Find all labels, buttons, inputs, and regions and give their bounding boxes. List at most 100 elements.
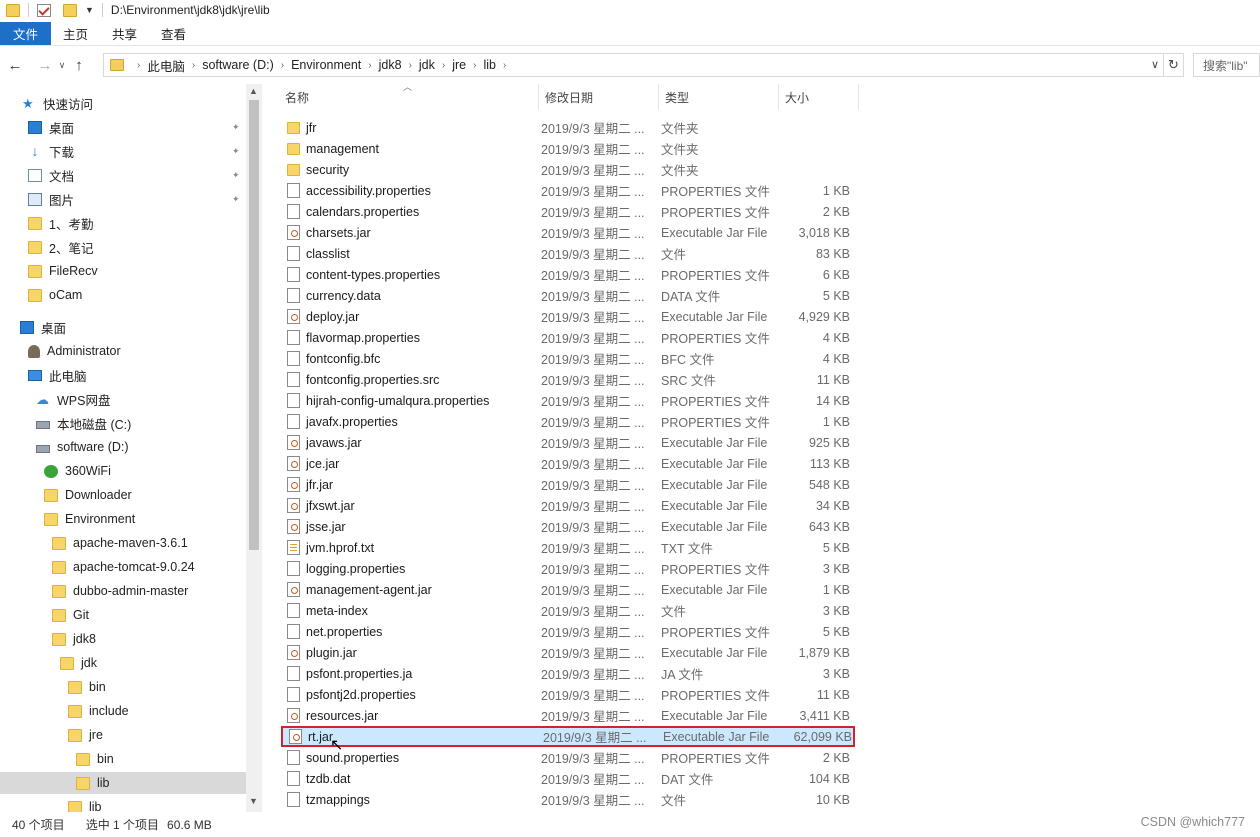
nav-item-administrator[interactable]: Administrator — [28, 340, 246, 362]
search-input[interactable]: 搜索"lib" — [1193, 53, 1260, 77]
file-row[interactable]: logging.properties 2019/9/3 星期二 ... PROPER… — [281, 558, 855, 579]
file-row[interactable]: calendars.properties 2019/9/3 星期二 ... PROP… — [281, 201, 855, 222]
tab-share[interactable]: 共享 — [100, 22, 149, 45]
nav-item-tomcat[interactable]: apache-tomcat-9.0.24 — [52, 556, 246, 578]
nav-item-downloads[interactable]: ↓ 下载 ✦ — [28, 140, 246, 162]
tab-home[interactable]: 主页 — [51, 22, 100, 45]
file-row[interactable]: jfr 2019/9/3 星期二 ... 文件夹 — [281, 117, 855, 138]
nav-item-git[interactable]: Git — [52, 604, 246, 626]
tab-file[interactable]: 文件 — [0, 22, 52, 45]
file-row[interactable]: plugin.jar 2019/9/3 星期二 ... Executable Jar… — [281, 642, 855, 663]
chevron-right-icon[interactable]: › — [442, 60, 445, 71]
chevron-right-icon[interactable]: › — [281, 60, 284, 71]
chevron-right-icon[interactable]: › — [409, 60, 412, 71]
scrollbar-thumb[interactable] — [249, 100, 259, 550]
new-folder-icon[interactable] — [63, 3, 77, 17]
nav-item-environment[interactable]: Environment — [44, 508, 246, 530]
nav-item-biji[interactable]: 2、笔记 — [28, 236, 246, 258]
chevron-right-icon[interactable]: › — [192, 60, 195, 71]
nav-scrollbar[interactable]: ▲ ▼ — [246, 84, 262, 812]
refresh-icon[interactable]: ↻ — [1164, 53, 1184, 77]
file-row[interactable]: jce.jar 2019/9/3 星期二 ... Executable Jar Fi… — [281, 453, 855, 474]
pin-icon[interactable]: ✦ — [232, 194, 242, 204]
file-row[interactable]: meta-index 2019/9/3 星期二 ... 文件 3 KB — [281, 600, 855, 621]
chevron-right-icon[interactable]: › — [503, 60, 506, 71]
nav-item-maven[interactable]: apache-maven-3.6.1 — [52, 532, 246, 554]
file-row[interactable]: management 2019/9/3 星期二 ... 文件夹 — [281, 138, 855, 159]
chevron-right-icon[interactable]: › — [368, 60, 371, 71]
file-row[interactable]: psfont.properties.ja 2019/9/3 星期二 ... JA 文… — [281, 663, 855, 684]
nav-item-jdk[interactable]: jdk — [60, 652, 246, 674]
file-row[interactable]: hijrah-config-umalqura.properties 2019/9/… — [281, 390, 855, 411]
nav-item-drive-d[interactable]: software (D:) — [36, 436, 246, 458]
recent-locations-chevron-icon[interactable]: ∨ — [56, 60, 68, 71]
breadcrumb-jdk8[interactable]: jdk8 — [379, 58, 402, 72]
pin-icon[interactable]: ✦ — [232, 122, 242, 132]
file-row[interactable]: accessibility.properties 2019/9/3 星期二 ...… — [281, 180, 855, 201]
file-row[interactable]: charsets.jar 2019/9/3 星期二 ... Executable J… — [281, 222, 855, 243]
file-row[interactable]: flavormap.properties 2019/9/3 星期二 ... PROP… — [281, 327, 855, 348]
breadcrumb-jdk[interactable]: jdk — [419, 58, 435, 72]
nav-item-desktop-root[interactable]: 桌面 — [20, 316, 246, 338]
nav-item-kaoqin[interactable]: 1、考勤 — [28, 212, 246, 234]
nav-item-this-pc[interactable]: 此电脑 — [28, 364, 246, 386]
customize-toolbar-icon[interactable]: ▼ — [85, 5, 94, 15]
breadcrumb-software-d[interactable]: software (D:) — [202, 58, 274, 72]
nav-item-jre[interactable]: jre — [68, 724, 246, 746]
breadcrumb-environment[interactable]: Environment — [291, 58, 361, 72]
nav-item-dubbo[interactable]: dubbo-admin-master — [52, 580, 246, 602]
file-row[interactable]: content-types.properties 2019/9/3 星期二 ...… — [281, 264, 855, 285]
chevron-right-icon[interactable]: › — [473, 60, 476, 71]
nav-item-pictures[interactable]: 图片 ✦ — [28, 188, 246, 210]
file-row[interactable]: deploy.jar 2019/9/3 星期二 ... Executable Jar… — [281, 306, 855, 327]
nav-item-documents[interactable]: 文档 ✦ — [28, 164, 246, 186]
file-row[interactable]: jsse.jar 2019/9/3 星期二 ... Executable Jar F… — [281, 516, 855, 537]
file-row[interactable]: tzmappings 2019/9/3 星期二 ... 文件 10 KB — [281, 789, 855, 810]
folder-icon[interactable] — [6, 3, 20, 17]
file-row[interactable]: jvm.hprof.txt 2019/9/3 星期二 ... TXT 文件 5 KB — [281, 537, 855, 558]
chevron-down-icon[interactable]: ∨ — [1151, 58, 1159, 71]
properties-icon[interactable] — [37, 3, 51, 17]
nav-item-bin[interactable]: bin — [68, 676, 246, 698]
file-row[interactable]: resources.jar 2019/9/3 星期二 ... Executable … — [281, 705, 855, 726]
back-arrow-icon[interactable]: ← — [4, 54, 26, 76]
file-row[interactable]: currency.data 2019/9/3 星期二 ... DATA 文件 5 KB — [281, 285, 855, 306]
breadcrumb-lib[interactable]: lib — [483, 58, 496, 72]
nav-item-wps-cloud[interactable]: ☁ WPS网盘 — [36, 388, 246, 410]
address-bar[interactable]: › 此电脑 › software (D:) › Environment › jd… — [103, 53, 1164, 77]
file-row[interactable]: security 2019/9/3 星期二 ... 文件夹 — [281, 159, 855, 180]
scroll-down-icon[interactable]: ▼ — [249, 796, 258, 806]
nav-item-quick-access[interactable]: ★ 快速访问 — [22, 92, 246, 114]
file-row[interactable]: sound.properties 2019/9/3 星期二 ... PROPERTI… — [281, 747, 855, 768]
pin-icon[interactable]: ✦ — [232, 170, 242, 180]
nav-item-jdk8[interactable]: jdk8 — [52, 628, 246, 650]
file-row[interactable]: net.properties 2019/9/3 星期二 ... PROPERTIES… — [281, 621, 855, 642]
nav-item-drive-c[interactable]: 本地磁盘 (C:) — [36, 412, 246, 434]
file-row[interactable]: javaws.jar 2019/9/3 星期二 ... Executable Jar… — [281, 432, 855, 453]
pin-icon[interactable]: ✦ — [232, 146, 242, 156]
chevron-right-icon[interactable]: › — [137, 60, 140, 71]
file-row[interactable]: fontconfig.properties.src 2019/9/3 星期二 ..… — [281, 369, 855, 390]
breadcrumb-this-pc[interactable]: 此电脑 — [147, 56, 185, 75]
nav-item-filerecv[interactable]: FileRecv — [28, 260, 246, 282]
file-row-selected[interactable]: rt.jar 2019/9/3 星期二 ... Executable Jar Fil… — [281, 726, 855, 747]
nav-item-downloader[interactable]: Downloader — [44, 484, 246, 506]
up-arrow-icon[interactable]: ↑ — [68, 54, 90, 76]
nav-item-ocam[interactable]: oCam — [28, 284, 246, 306]
breadcrumb-jre[interactable]: jre — [452, 58, 466, 72]
file-row[interactable]: classlist 2019/9/3 星期二 ... 文件 83 KB — [281, 243, 855, 264]
file-row[interactable]: tzdb.dat 2019/9/3 星期二 ... DAT 文件 104 KB — [281, 768, 855, 789]
nav-item-lib[interactable]: lib — [68, 796, 246, 812]
forward-arrow-icon[interactable]: → — [34, 54, 56, 76]
file-row[interactable]: jfxswt.jar 2019/9/3 星期二 ... Executable Jar… — [281, 495, 855, 516]
nav-item-desktop[interactable]: 桌面 ✦ — [28, 116, 246, 138]
tab-view[interactable]: 查看 — [149, 22, 198, 45]
nav-item-lib-selected[interactable]: lib — [0, 772, 246, 794]
nav-item-360wifi[interactable]: 360WiFi — [44, 460, 246, 482]
scroll-up-icon[interactable]: ▲ — [249, 86, 258, 96]
file-row[interactable]: javafx.properties 2019/9/3 星期二 ... PROPERT… — [281, 411, 855, 432]
file-row[interactable]: fontconfig.bfc 2019/9/3 星期二 ... BFC 文件 4 KB — [281, 348, 855, 369]
file-row[interactable]: psfontj2d.properties 2019/9/3 星期二 ... PROP… — [281, 684, 855, 705]
file-row[interactable]: jfr.jar 2019/9/3 星期二 ... Executable Jar Fi… — [281, 474, 855, 495]
nav-item-include[interactable]: include — [68, 700, 246, 722]
